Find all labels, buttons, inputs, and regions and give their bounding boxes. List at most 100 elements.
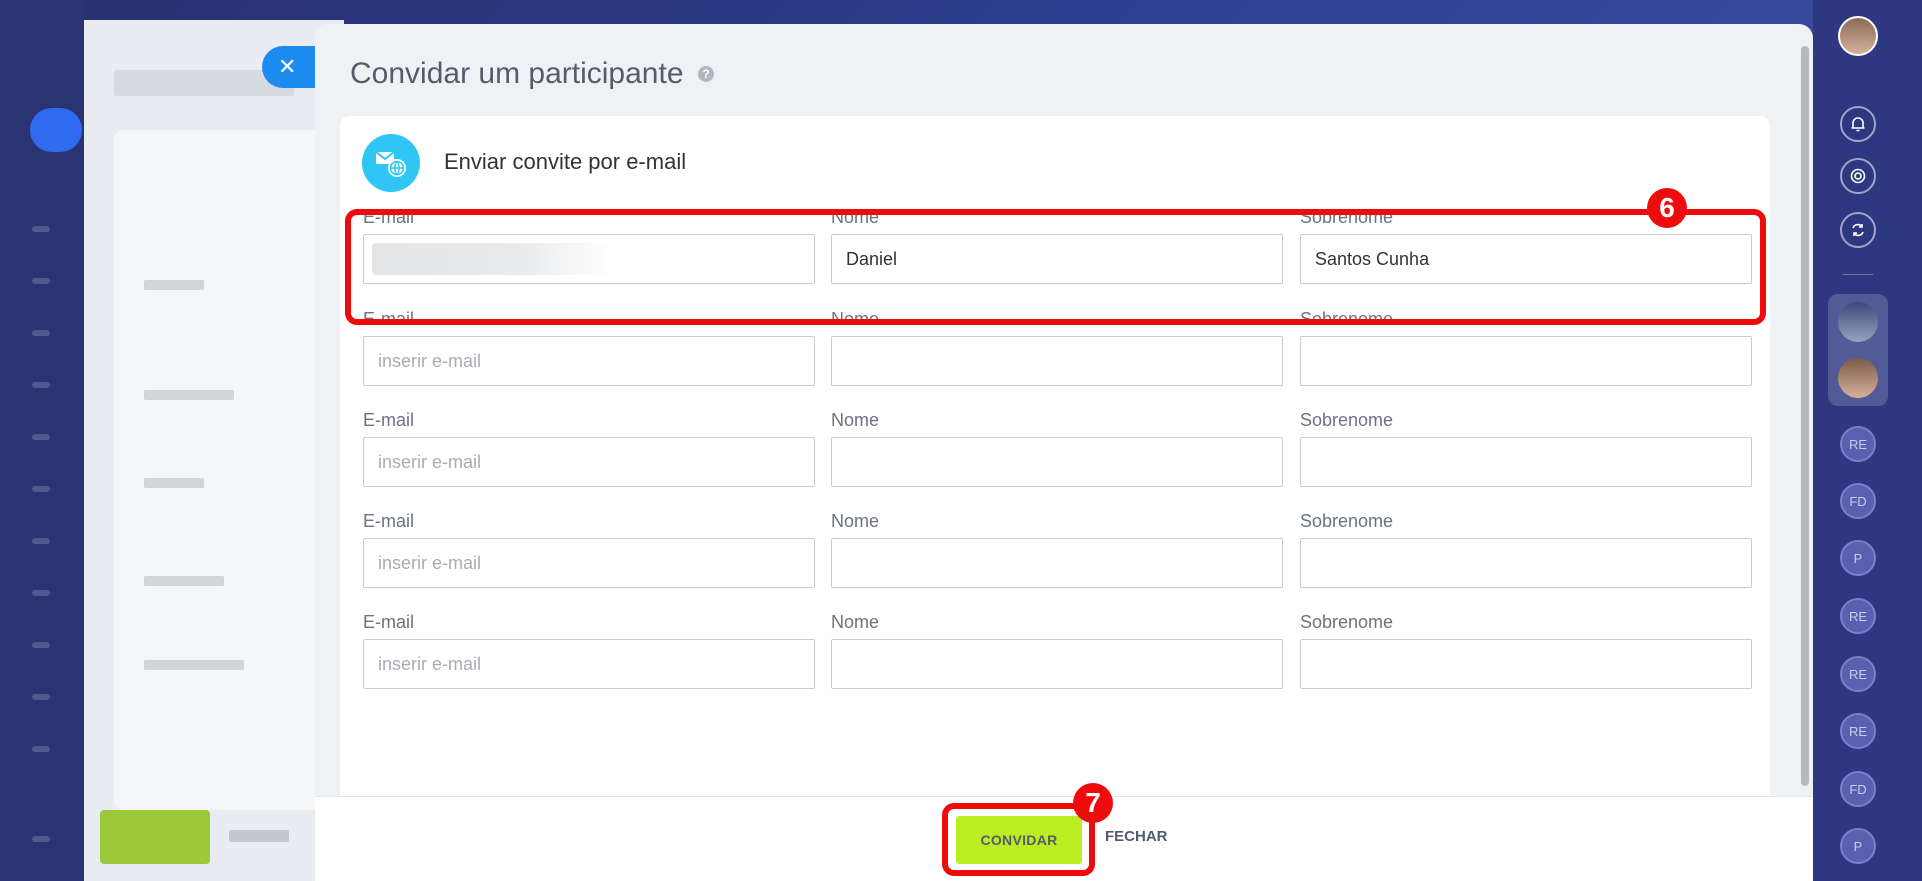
email-label: E-mail	[363, 309, 415, 329]
name-column: Nome	[831, 611, 1283, 689]
scrollbar-thumb[interactable]	[1801, 46, 1809, 786]
sync-chat-icon[interactable]	[1840, 212, 1876, 248]
copilot-icon[interactable]	[1840, 158, 1876, 194]
name-column: Nome	[831, 510, 1283, 588]
card-title: Enviar convite por e-mail	[444, 149, 687, 174]
background-nav-item	[32, 330, 50, 336]
email-invite-card: Enviar convite por e-mail E-mail Nome So…	[340, 116, 1770, 861]
email-label: E-mail	[363, 410, 415, 430]
name-column: Nome	[831, 206, 1283, 284]
email-column: E-mail	[363, 206, 815, 284]
name-input[interactable]	[831, 234, 1283, 284]
name-column: Nome	[831, 308, 1283, 386]
invite-row-5: E-mail Nome Sobrenome	[363, 611, 1753, 701]
bell-icon[interactable]	[1840, 106, 1876, 142]
user-avatar[interactable]	[1838, 16, 1878, 56]
email-globe-icon	[362, 134, 420, 192]
invite-row-1: E-mail Nome Sobrenome	[363, 206, 1753, 296]
email-input[interactable]	[363, 336, 815, 386]
background-nav-item	[32, 590, 50, 596]
name-input[interactable]	[831, 538, 1283, 588]
invite-button[interactable]: CONVIDAR	[956, 816, 1082, 864]
background-left-sidebar	[0, 0, 84, 881]
background-nav-item	[32, 434, 50, 440]
name-label: Nome	[831, 511, 880, 531]
close-slider-button[interactable]: ✕	[262, 46, 322, 88]
surname-input[interactable]	[1300, 538, 1752, 588]
background-line	[144, 576, 224, 586]
background-nav-item	[32, 746, 50, 752]
email-input[interactable]	[363, 437, 815, 487]
invite-row-2: E-mail Nome Sobrenome	[363, 308, 1753, 398]
annotation-badge-step-7: 7	[1073, 783, 1113, 823]
email-input[interactable]	[363, 538, 815, 588]
surname-input[interactable]	[1300, 639, 1752, 689]
name-column: Nome	[831, 409, 1283, 487]
surname-input[interactable]	[1300, 336, 1752, 386]
background-line	[144, 390, 234, 400]
name-label: Nome	[831, 309, 880, 329]
close-icon: ✕	[278, 54, 297, 79]
background-page	[84, 20, 344, 881]
chat-initials-avatar[interactable]: P	[1840, 540, 1876, 576]
background-nav-item	[32, 486, 50, 492]
chat-initials-avatar[interactable]: P	[1840, 828, 1876, 864]
background-nav-item	[32, 226, 50, 232]
modal-title: Convidar um participante	[350, 57, 684, 90]
close-button[interactable]: FECHAR	[1099, 827, 1174, 846]
chat-initials-avatar[interactable]: RE	[1840, 656, 1876, 692]
annotation-badge-step-6: 6	[1647, 188, 1687, 228]
invite-row-4: E-mail Nome Sobrenome	[363, 510, 1753, 600]
background-line	[144, 280, 204, 290]
surname-column: Sobrenome	[1300, 409, 1752, 487]
invite-modal: Convidar um participante ? Enviar convit…	[315, 24, 1813, 881]
name-input[interactable]	[831, 437, 1283, 487]
surname-input[interactable]	[1300, 234, 1752, 284]
invite-row-3: E-mail Nome Sobrenome	[363, 409, 1753, 499]
chat-initials-avatar[interactable]: FD	[1840, 483, 1876, 519]
email-input[interactable]	[363, 234, 815, 284]
chat-initials-avatar[interactable]: RE	[1840, 713, 1876, 749]
email-column: E-mail	[363, 611, 815, 689]
help-icon[interactable]: ?	[698, 66, 714, 82]
surname-label: Sobrenome	[1300, 410, 1394, 430]
email-label: E-mail	[363, 511, 415, 531]
modal-footer: CONVIDAR FECHAR	[315, 796, 1813, 881]
name-label: Nome	[831, 410, 880, 430]
surname-label: Sobrenome	[1300, 612, 1394, 632]
surname-label: Sobrenome	[1300, 511, 1394, 531]
surname-column: Sobrenome	[1300, 510, 1752, 588]
surname-input[interactable]	[1300, 437, 1752, 487]
email-label: E-mail	[363, 207, 415, 227]
surname-label: Sobrenome	[1300, 309, 1394, 329]
background-active-item	[30, 108, 82, 152]
background-nav-item	[32, 538, 50, 544]
chat-initials-avatar[interactable]: RE	[1840, 426, 1876, 462]
surname-column: Sobrenome	[1300, 611, 1752, 689]
email-column: E-mail	[363, 308, 815, 386]
email-column: E-mail	[363, 409, 815, 487]
background-nav-item	[32, 382, 50, 388]
name-input[interactable]	[831, 336, 1283, 386]
chat-initials-avatar[interactable]: FD	[1840, 771, 1876, 807]
background-nav-item	[32, 836, 50, 842]
background-nav-item	[32, 694, 50, 700]
background-nav-item	[32, 642, 50, 648]
background-nav-item	[32, 278, 50, 284]
name-label: Nome	[831, 612, 880, 632]
sidebar-separator	[1843, 274, 1873, 275]
name-input[interactable]	[831, 639, 1283, 689]
email-column: E-mail	[363, 510, 815, 588]
background-link	[229, 830, 289, 842]
chat-avatar[interactable]	[1838, 302, 1878, 342]
chat-initials-avatar[interactable]: RE	[1840, 598, 1876, 634]
background-card	[114, 130, 344, 810]
name-label: Nome	[831, 207, 880, 227]
email-input[interactable]	[363, 639, 815, 689]
surname-column: Sobrenome	[1300, 308, 1752, 386]
background-line	[144, 660, 244, 670]
chat-avatar[interactable]	[1838, 358, 1878, 398]
background-button	[100, 810, 210, 864]
email-label: E-mail	[363, 612, 415, 632]
modal-scrollbar[interactable]	[1799, 46, 1809, 786]
